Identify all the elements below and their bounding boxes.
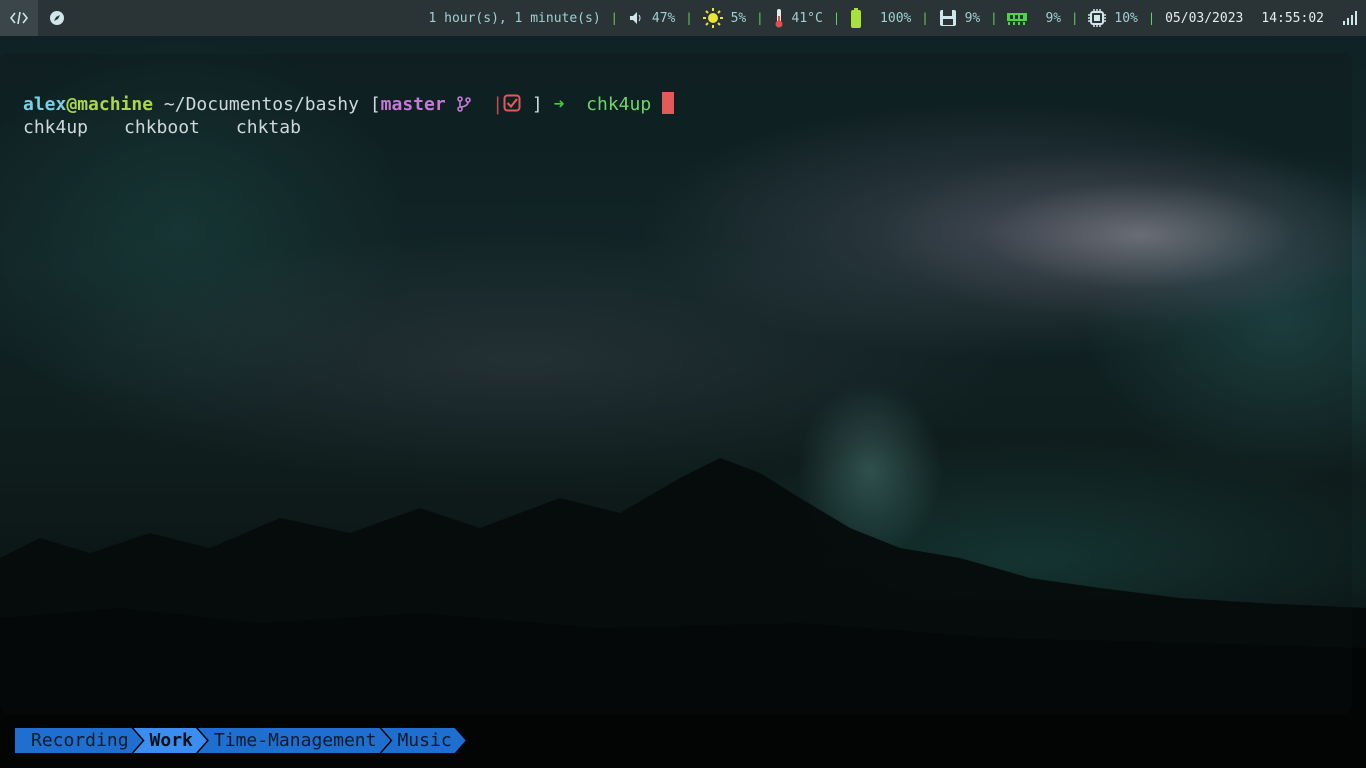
clock-text: 14:55:02 — [1261, 10, 1324, 26]
prompt-host: @machine — [66, 94, 154, 115]
prompt-pipe: | — [492, 94, 504, 115]
temperature-widget: 41°C — [774, 8, 823, 28]
separator: | — [610, 11, 618, 25]
signal-icon[interactable] — [1342, 10, 1358, 26]
desktop: 1 hour(s), 1 minute(s) | 47% | 5% | 41°C… — [0, 0, 1366, 768]
completion-item[interactable]: chkboot — [124, 117, 200, 138]
memory-value: 9% — [1045, 10, 1062, 26]
ram-icon — [1007, 11, 1028, 25]
check-square-icon — [503, 94, 521, 112]
workspace-recording[interactable]: Recording — [15, 728, 143, 753]
brightness-value: 5% — [730, 10, 747, 26]
typed-command: chk4up — [586, 94, 652, 115]
workspace-label: Recording — [31, 730, 129, 751]
topbar-left — [0, 0, 76, 36]
top-status-bar: 1 hour(s), 1 minute(s) | 47% | 5% | 41°C… — [0, 0, 1366, 36]
workspace-bar: Recording Work Time-Management Music — [15, 728, 457, 753]
floppy-disk-icon — [939, 9, 957, 27]
workspace-label: Music — [397, 730, 452, 751]
completion-item[interactable]: chk4up — [23, 117, 88, 138]
topbar-status: 1 hour(s), 1 minute(s) | 47% | 5% | 41°C… — [428, 8, 1366, 28]
separator: | — [990, 11, 998, 25]
cpu-widget[interactable]: 10% — [1088, 9, 1138, 27]
disk-value: 9% — [964, 10, 981, 26]
git-branch: master — [380, 94, 446, 115]
sun-icon — [702, 8, 723, 28]
completion-list: chk4up chkboot chktab — [23, 117, 337, 139]
prompt-open-bracket: [ — [369, 94, 381, 115]
battery-icon — [850, 8, 862, 28]
uptime-text: 1 hour(s), 1 minute(s) — [428, 10, 601, 26]
prompt-line: alex@machine ~/Documentos/bashy [master … — [23, 92, 675, 116]
separator: | — [685, 11, 693, 25]
prompt-arrow-icon: ➜ — [553, 94, 565, 115]
terminal-window[interactable]: alex@machine ~/Documentos/bashy [master … — [0, 54, 1352, 714]
workspace-work[interactable]: Work — [134, 728, 207, 753]
speaker-icon — [628, 11, 644, 25]
separator: | — [921, 11, 929, 25]
completion-item[interactable]: chktab — [236, 117, 301, 138]
memory-widget[interactable]: 9% — [1007, 11, 1061, 26]
text-cursor — [662, 92, 675, 114]
separator: | — [1071, 11, 1079, 25]
workspace-label: Time-Management — [213, 730, 377, 751]
cpu-value: 10% — [1114, 10, 1138, 26]
workspace-music[interactable]: Music — [381, 728, 465, 753]
cpu-icon — [1088, 9, 1107, 27]
workspace-label: Work — [149, 730, 193, 751]
volume-value: 47% — [651, 10, 676, 26]
volume-widget[interactable]: 47% — [628, 11, 675, 26]
prompt-path: ~/Documentos/bashy — [163, 94, 359, 115]
separator: | — [832, 11, 841, 25]
date-text: 05/03/2023 — [1165, 10, 1244, 26]
code-icon[interactable] — [0, 0, 38, 36]
disk-widget[interactable]: 9% — [939, 9, 981, 27]
separator: | — [1147, 11, 1156, 25]
prompt-close-bracket: ] — [531, 94, 543, 115]
compass-icon[interactable] — [38, 0, 76, 36]
workspace-time-management[interactable]: Time-Management — [198, 728, 391, 753]
temperature-value: 41°C — [791, 10, 823, 26]
battery-value: 100% — [880, 10, 912, 26]
prompt-user: alex — [23, 94, 67, 115]
git-branch-icon — [456, 96, 471, 112]
brightness-widget[interactable]: 5% — [702, 8, 747, 28]
battery-widget[interactable]: 100% — [850, 8, 911, 28]
separator: | — [756, 11, 764, 25]
thermometer-icon — [774, 8, 784, 28]
